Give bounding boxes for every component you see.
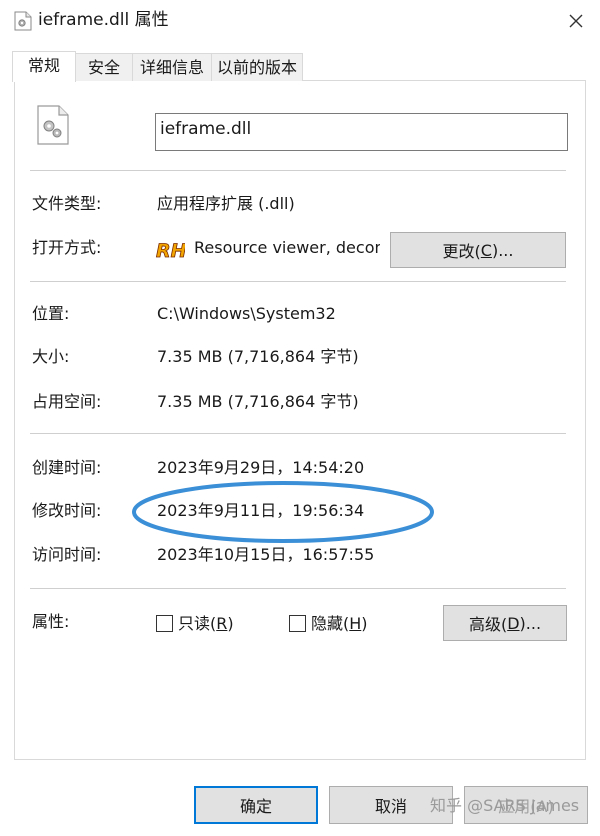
svg-text:RH: RH (156, 240, 185, 262)
accessed-label: 访问时间: (32, 545, 102, 564)
created-value: 2023年9月29日，14:54:20 (157, 458, 365, 477)
watermark-text: 知乎 @SARS James (430, 796, 580, 815)
change-button-access-key: C (480, 240, 492, 260)
readonly-label-post: ) (227, 614, 234, 633)
dll-gear-file-icon (36, 104, 70, 146)
hidden-label-pre: 隐藏( (311, 614, 350, 633)
open-with-label: 打开方式: (32, 238, 102, 257)
file-type-label: 文件类型: (32, 194, 102, 213)
divider (30, 433, 566, 434)
advanced-button[interactable]: 高级(D)... (443, 605, 567, 641)
close-icon (569, 14, 583, 28)
open-with-value: Resource viewer, decom (194, 238, 380, 257)
tab-details[interactable]: 详细信息 (132, 53, 212, 81)
advanced-access-key: D (507, 613, 520, 633)
change-button[interactable]: 更改(C)... (390, 232, 566, 268)
readonly-label[interactable]: 只读(R) (178, 613, 234, 635)
highlight-ellipse (130, 478, 436, 546)
tab-security[interactable]: 安全 (75, 53, 133, 81)
hidden-label-post: ) (361, 614, 368, 633)
window-title: ieframe.dll 属性 (38, 10, 169, 30)
hidden-label[interactable]: 隐藏(H) (311, 613, 368, 635)
divider (30, 281, 566, 282)
file-type-value: 应用程序扩展 (.dll) (157, 194, 295, 213)
disk-size-label: 占用空间: (32, 392, 102, 411)
ok-button[interactable]: 确定 (194, 786, 318, 824)
readonly-access-key: R (216, 614, 228, 633)
size-label: 大小: (32, 347, 70, 366)
divider (30, 170, 566, 171)
attributes-label: 属性: (32, 612, 70, 631)
change-button-label-post: )... (491, 240, 514, 260)
hidden-checkbox[interactable] (289, 615, 306, 632)
divider (30, 588, 566, 589)
file-name-input[interactable]: ieframe.dll (155, 113, 568, 151)
advanced-button-label-post: )... (519, 613, 542, 633)
tab-strip: 常规 安全 详细信息 以前的版本 (0, 51, 600, 82)
tab-previous-versions[interactable]: 以前的版本 (211, 53, 303, 81)
location-label: 位置: (32, 304, 70, 323)
tab-general[interactable]: 常规 (12, 51, 76, 82)
advanced-button-label-pre: 高级( (468, 615, 508, 634)
readonly-checkbox[interactable] (156, 615, 173, 632)
created-label: 创建时间: (32, 458, 102, 477)
modified-label: 修改时间: (32, 501, 102, 520)
accessed-value: 2023年10月15日，16:57:55 (157, 545, 375, 564)
general-tab-panel (14, 80, 586, 760)
dll-file-icon (14, 11, 32, 31)
change-button-label-pre: 更改( (442, 242, 481, 261)
disk-size-value: 7.35 MB (7,716,864 字节) (157, 392, 359, 411)
readonly-label-pre: 只读( (178, 614, 217, 633)
close-button[interactable] (556, 4, 596, 38)
resource-hacker-icon: RH (155, 236, 187, 263)
size-value: 7.35 MB (7,716,864 字节) (157, 347, 359, 366)
hidden-access-key: H (349, 614, 362, 633)
location-value: C:\Windows\System32 (157, 304, 336, 323)
